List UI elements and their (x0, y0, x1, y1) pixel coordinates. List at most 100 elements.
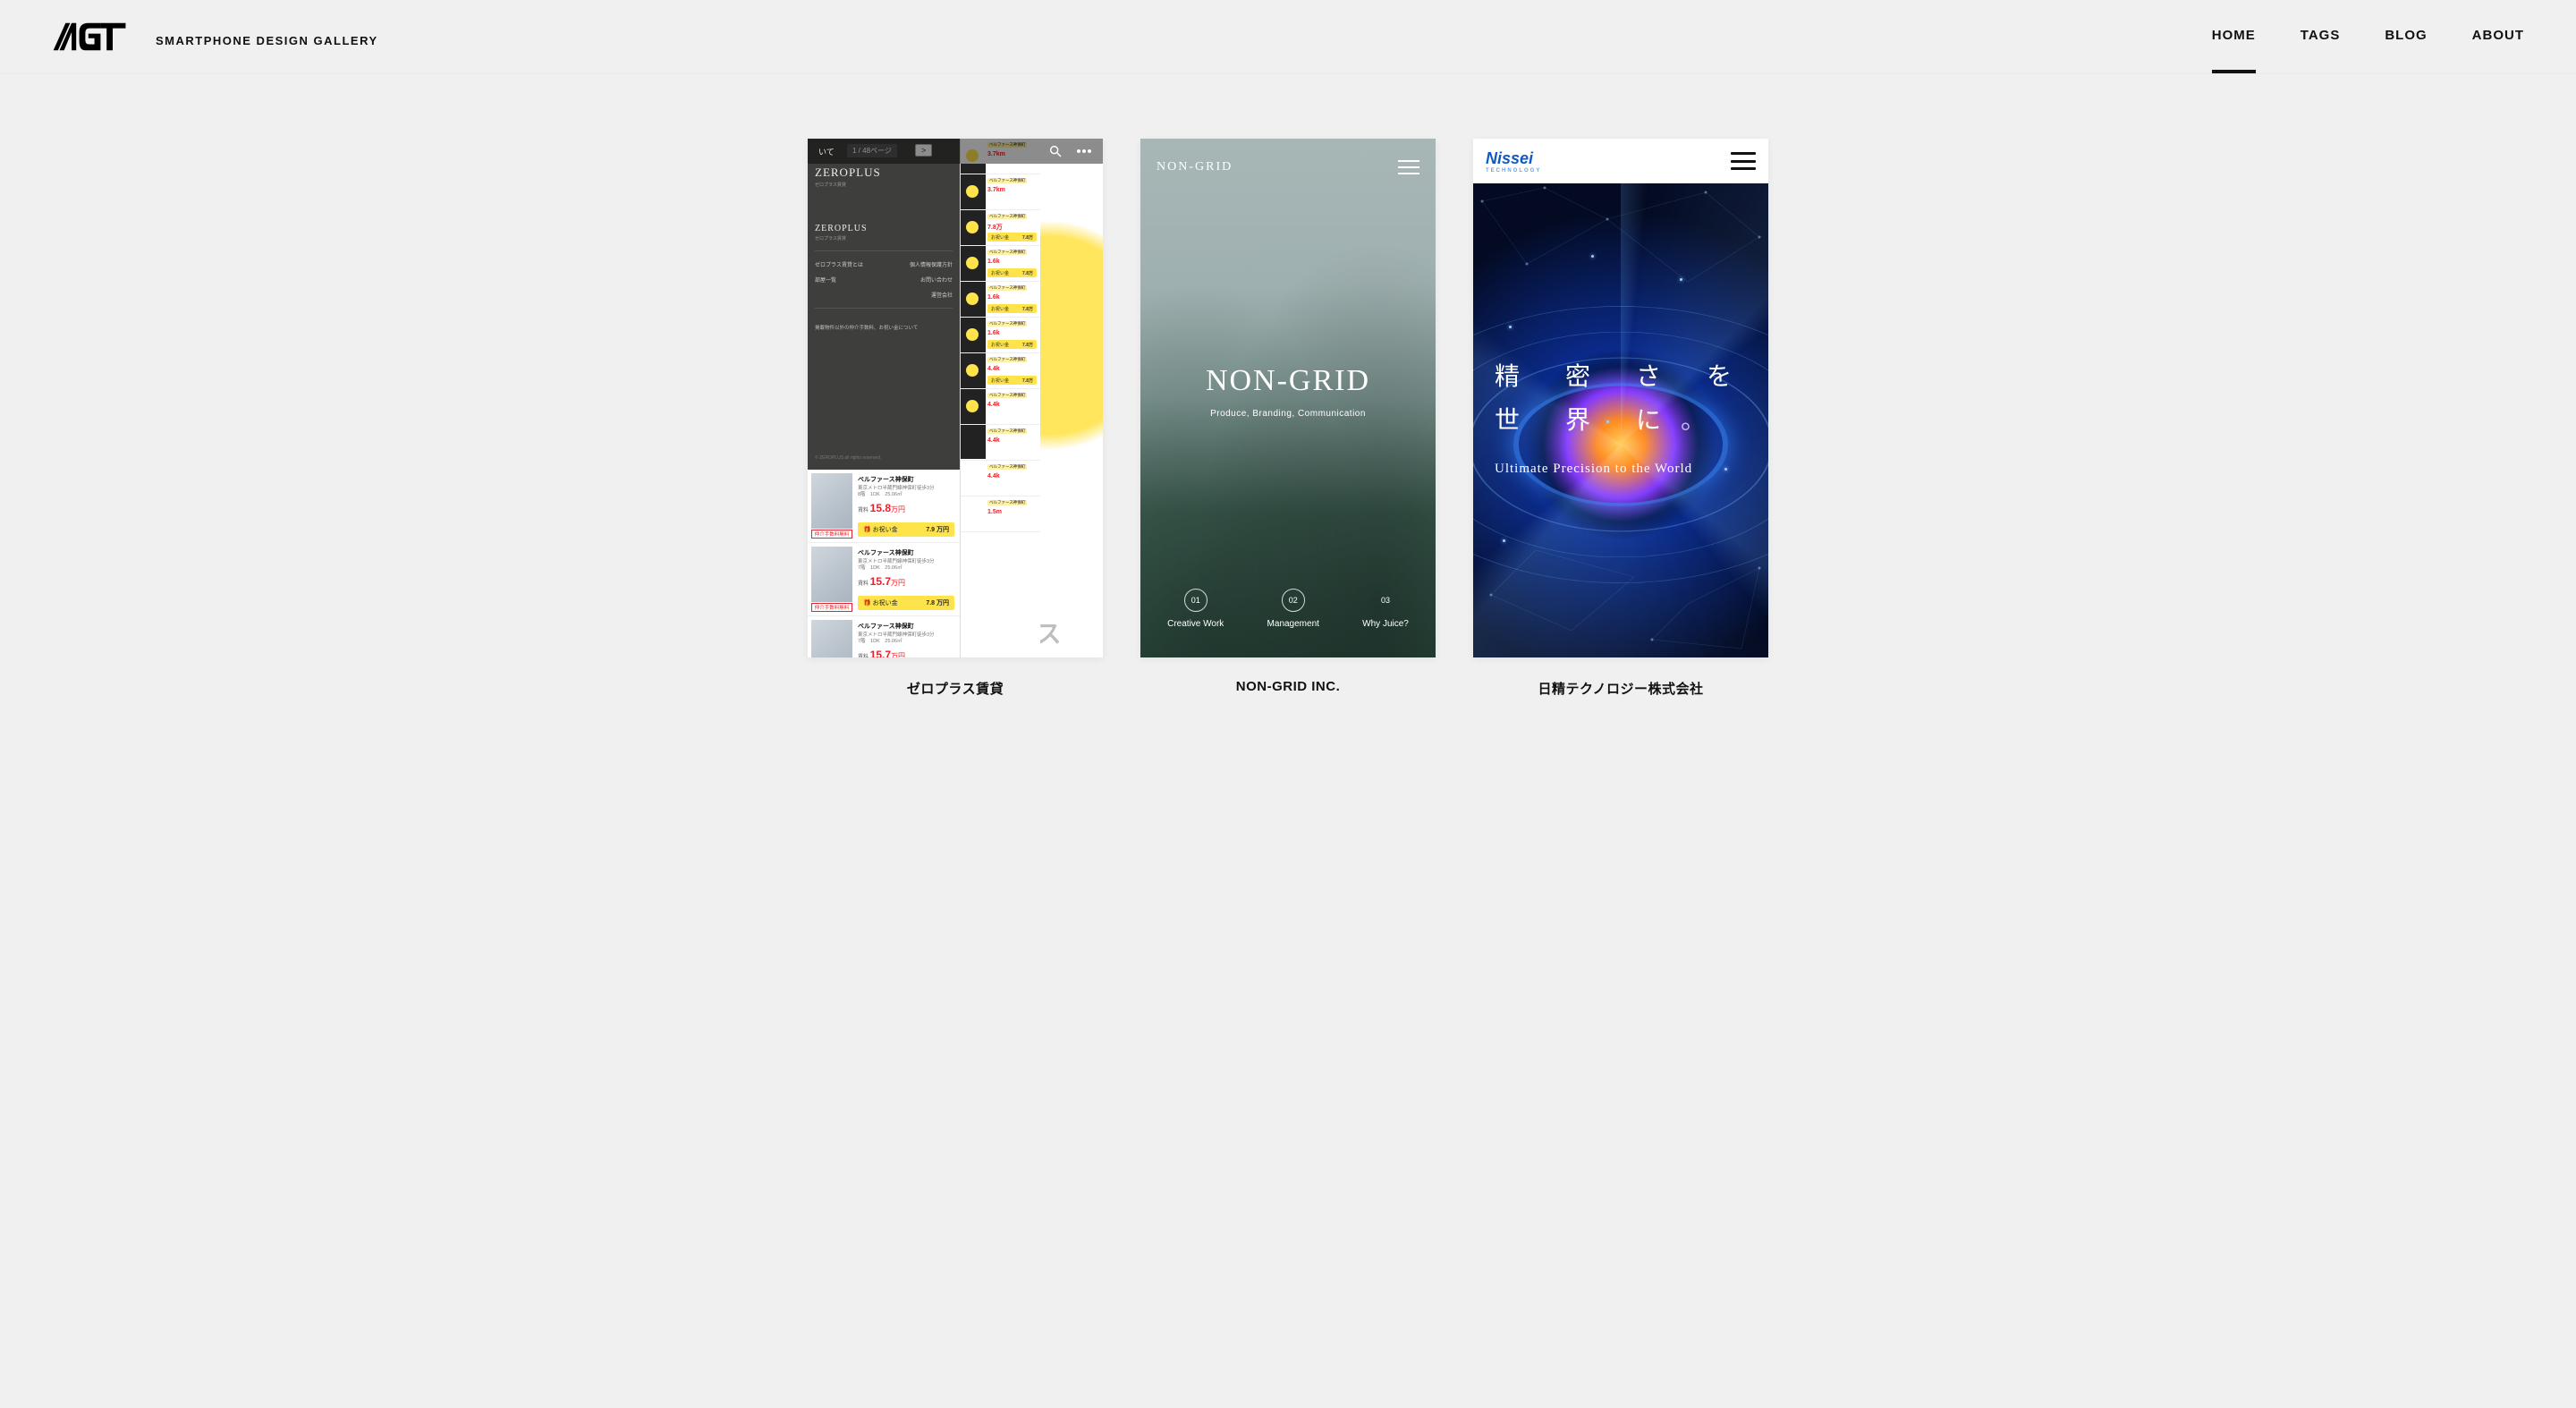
strip-dot-icon (966, 257, 979, 269)
gallery-card-nissei[interactable]: Nissei TECHNOLOGY (1473, 139, 1768, 698)
drawer-link[interactable]: 部屋一覧 (815, 276, 836, 284)
strip-item[interactable]: ベルファース神保町 4.4k (961, 425, 1040, 461)
nongrid-logo: NON-GRID (1157, 160, 1233, 174)
listing-photo (811, 620, 852, 657)
listing-title: ベルファース神保町 (858, 475, 954, 484)
nongrid-menu-item[interactable]: 02 Management (1267, 589, 1319, 629)
gallery-card-nongrid[interactable]: NON-GRID NON-GRID Produce, Branding, Com… (1140, 139, 1436, 698)
hamburger-icon[interactable] (1731, 152, 1756, 170)
strip-dot-icon (966, 364, 979, 377)
strip-gift: お祝い金7.8万 (987, 268, 1037, 277)
strip-badge: ベルファース神保町 (987, 285, 1027, 291)
strip-price: 1.6k (987, 294, 1000, 301)
strip-badge: ベルファース神保町 (987, 428, 1027, 434)
card-title: 日精テクノロジー株式会社 (1538, 679, 1703, 698)
strip-item[interactable]: ベルファース神保町 3.7km (961, 174, 1040, 210)
strip-item[interactable]: ベルファース神保町 4.4k お祝い金7.8万 (961, 353, 1040, 389)
zeroplus-topbar: いて (808, 139, 1103, 164)
listing-title: ベルファース神保町 (858, 622, 954, 631)
nongrid-menu: 01 Creative Work 02 Management 03 Why Ju… (1140, 589, 1436, 629)
zeroplus-logo: ZEROPLUS (815, 165, 953, 180)
strip-gift: お祝い金7.8万 (987, 304, 1037, 313)
thumbnail-nissei: Nissei TECHNOLOGY (1473, 139, 1768, 657)
listing-sub: 東京メトロ半蔵門線神保町徒歩3分7階 1DK 25.06㎡ (858, 559, 954, 572)
strip-item[interactable]: ベルファース神保町 1.6k お祝い金7.8万 (961, 246, 1040, 282)
logo-block[interactable]: SMARTPHONE DESIGN GALLERY (52, 21, 378, 52)
zeroplus-listings: 仲介手数料無料 ベルファース神保町 東京メトロ半蔵門線神保町徒歩3分8階 1DK… (808, 470, 960, 657)
strip-dot-icon (966, 400, 979, 412)
nissei-hero: 精 密 さ を 世 界 に。 Ultimate Precision to the… (1473, 183, 1768, 657)
strip-price: 1.6k (987, 259, 1000, 265)
strip-price: 1.6k (987, 330, 1000, 336)
strip-badge: ベルファース神保町 (987, 357, 1027, 362)
nav-blog[interactable]: BLOG (2385, 28, 2427, 47)
site-header: SMARTPHONE DESIGN GALLERY HOME TAGS BLOG… (0, 0, 2576, 74)
strip-price: 1.5m (987, 509, 1002, 515)
gift-badge: 🎁 お祝い金7.9 万円 (858, 522, 954, 537)
nissei-hero-text: 精 密 さ を 世 界 に。 Ultimate Precision to the… (1495, 353, 1751, 477)
listing-sub: 東京メトロ半蔵門線神保町徒歩3分7階 1DK 25.06㎡ (858, 632, 954, 645)
gift-badge: 🎁 お祝い金7.8 万円 (858, 596, 954, 610)
more-icon[interactable] (1076, 143, 1092, 159)
hamburger-icon[interactable] (1398, 160, 1419, 174)
strip-item[interactable]: ベルファース神保町 7.8万 お祝い金7.8万 (961, 210, 1040, 246)
strip-item[interactable]: ベルファース神保町 1.6k お祝い金7.8万 (961, 282, 1040, 318)
strip-price: 7.8万 (987, 223, 1003, 232)
strip-item[interactable]: ベルファース神保町 1.5m (961, 496, 1040, 532)
logo (52, 21, 143, 52)
drawer-link[interactable]: お問い合わせ (920, 276, 953, 284)
nongrid-title: NON-GRID (1140, 364, 1436, 398)
nav-home[interactable]: HOME (2212, 28, 2256, 47)
card-title: NON-GRID INC. (1236, 679, 1341, 694)
listing-item[interactable]: 仲介手数料無料 ベルファース神保町 東京メトロ半蔵門線神保町徒歩3分7階 1DK… (808, 616, 960, 657)
strip-gift: お祝い金7.8万 (987, 376, 1037, 385)
strip-item[interactable]: ベルファース神保町 1.6k お祝い金7.8万 (961, 318, 1040, 353)
gallery-grid: ゼロなのに キャッシュプラス ベルファース神保町 3.7km ベルファース神保町… (52, 139, 2524, 698)
strip-dot-icon (966, 221, 979, 233)
listing-photo (811, 473, 852, 529)
listing-sub: 東京メトロ半蔵門線神保町徒歩3分8階 1DK 25.06㎡ (858, 486, 954, 498)
strip-price: 4.4k (987, 473, 1000, 479)
nissei-logo: Nissei TECHNOLOGY (1486, 149, 1541, 174)
strip-badge: ベルファース神保町 (987, 321, 1027, 327)
listing-tag: 仲介手数料無料 (811, 530, 852, 539)
nongrid-menu-item[interactable]: 01 Creative Work (1167, 589, 1224, 629)
strip-dot-icon (966, 293, 979, 305)
strip-price: 4.4k (987, 366, 1000, 372)
strip-item[interactable]: ベルファース神保町 4.4k (961, 389, 1040, 425)
listing-item[interactable]: 仲介手数料無料 ベルファース神保町 東京メトロ半蔵門線神保町徒歩3分8階 1DK… (808, 470, 960, 543)
strip-item[interactable]: ベルファース神保町 4.4k (961, 461, 1040, 496)
listing-photo (811, 547, 852, 602)
gallery-card-zeroplus[interactable]: ゼロなのに キャッシュプラス ベルファース神保町 3.7km ベルファース神保町… (808, 139, 1103, 698)
drawer-link[interactable]: ゼロプラス賃貸とは (815, 260, 863, 268)
card-title: ゼロプラス賃貸 (907, 679, 1004, 698)
strip-dot-icon (966, 328, 979, 341)
strip-badge: ベルファース神保町 (987, 178, 1027, 183)
strip-price: 3.7km (987, 187, 1005, 193)
listing-rent: 賃料 15.8万円 (858, 502, 954, 514)
drawer-link[interactable]: 個人情報保護方針 (910, 260, 953, 268)
main-nav: HOME TAGS BLOG ABOUT (2212, 28, 2524, 47)
strip-badge: ベルファース神保町 (987, 464, 1027, 470)
main-content: ゼロなのに キャッシュプラス ベルファース神保町 3.7km ベルファース神保町… (0, 74, 2576, 734)
strip-badge: ベルファース神保町 (987, 393, 1027, 398)
thumbnail-zeroplus: ゼロなのに キャッシュプラス ベルファース神保町 3.7km ベルファース神保町… (808, 139, 1103, 657)
logo-svg (52, 21, 143, 52)
drawer-copyright: © ZEROPLUS all rights reserved. (815, 455, 881, 461)
listing-item[interactable]: 仲介手数料無料 ベルファース神保町 東京メトロ半蔵門線神保町徒歩3分7階 1DK… (808, 543, 960, 616)
strip-badge: ベルファース神保町 (987, 250, 1027, 255)
zeroplus-mini-strip: ベルファース神保町 3.7km ベルファース神保町 3.7km ベルファース神保… (960, 139, 1040, 657)
strip-price: 4.4k (987, 437, 1000, 444)
strip-gift: お祝い金7.8万 (987, 340, 1037, 349)
search-icon[interactable] (1047, 143, 1063, 159)
drawer-note: 掲載物件以外の仲介手数料、お祝い金について (815, 325, 953, 334)
nav-about[interactable]: ABOUT (2472, 28, 2524, 47)
nongrid-menu-item[interactable]: 03 Why Juice? (1362, 589, 1409, 629)
nongrid-subtitle: Produce, Branding, Communication (1140, 409, 1436, 419)
drawer-link[interactable]: 運営会社 (931, 291, 953, 299)
zeroplus-drawer: 1 / 48ページ > ZEROPLUS ゼロプラス賃貸 ZEROPLUS ゼロ… (808, 139, 960, 470)
listing-tag: 仲介手数料無料 (811, 603, 852, 612)
nav-tags[interactable]: TAGS (2301, 28, 2341, 47)
thumbnail-nongrid: NON-GRID NON-GRID Produce, Branding, Com… (1140, 139, 1436, 657)
logo-tagline: SMARTPHONE DESIGN GALLERY (156, 34, 378, 52)
